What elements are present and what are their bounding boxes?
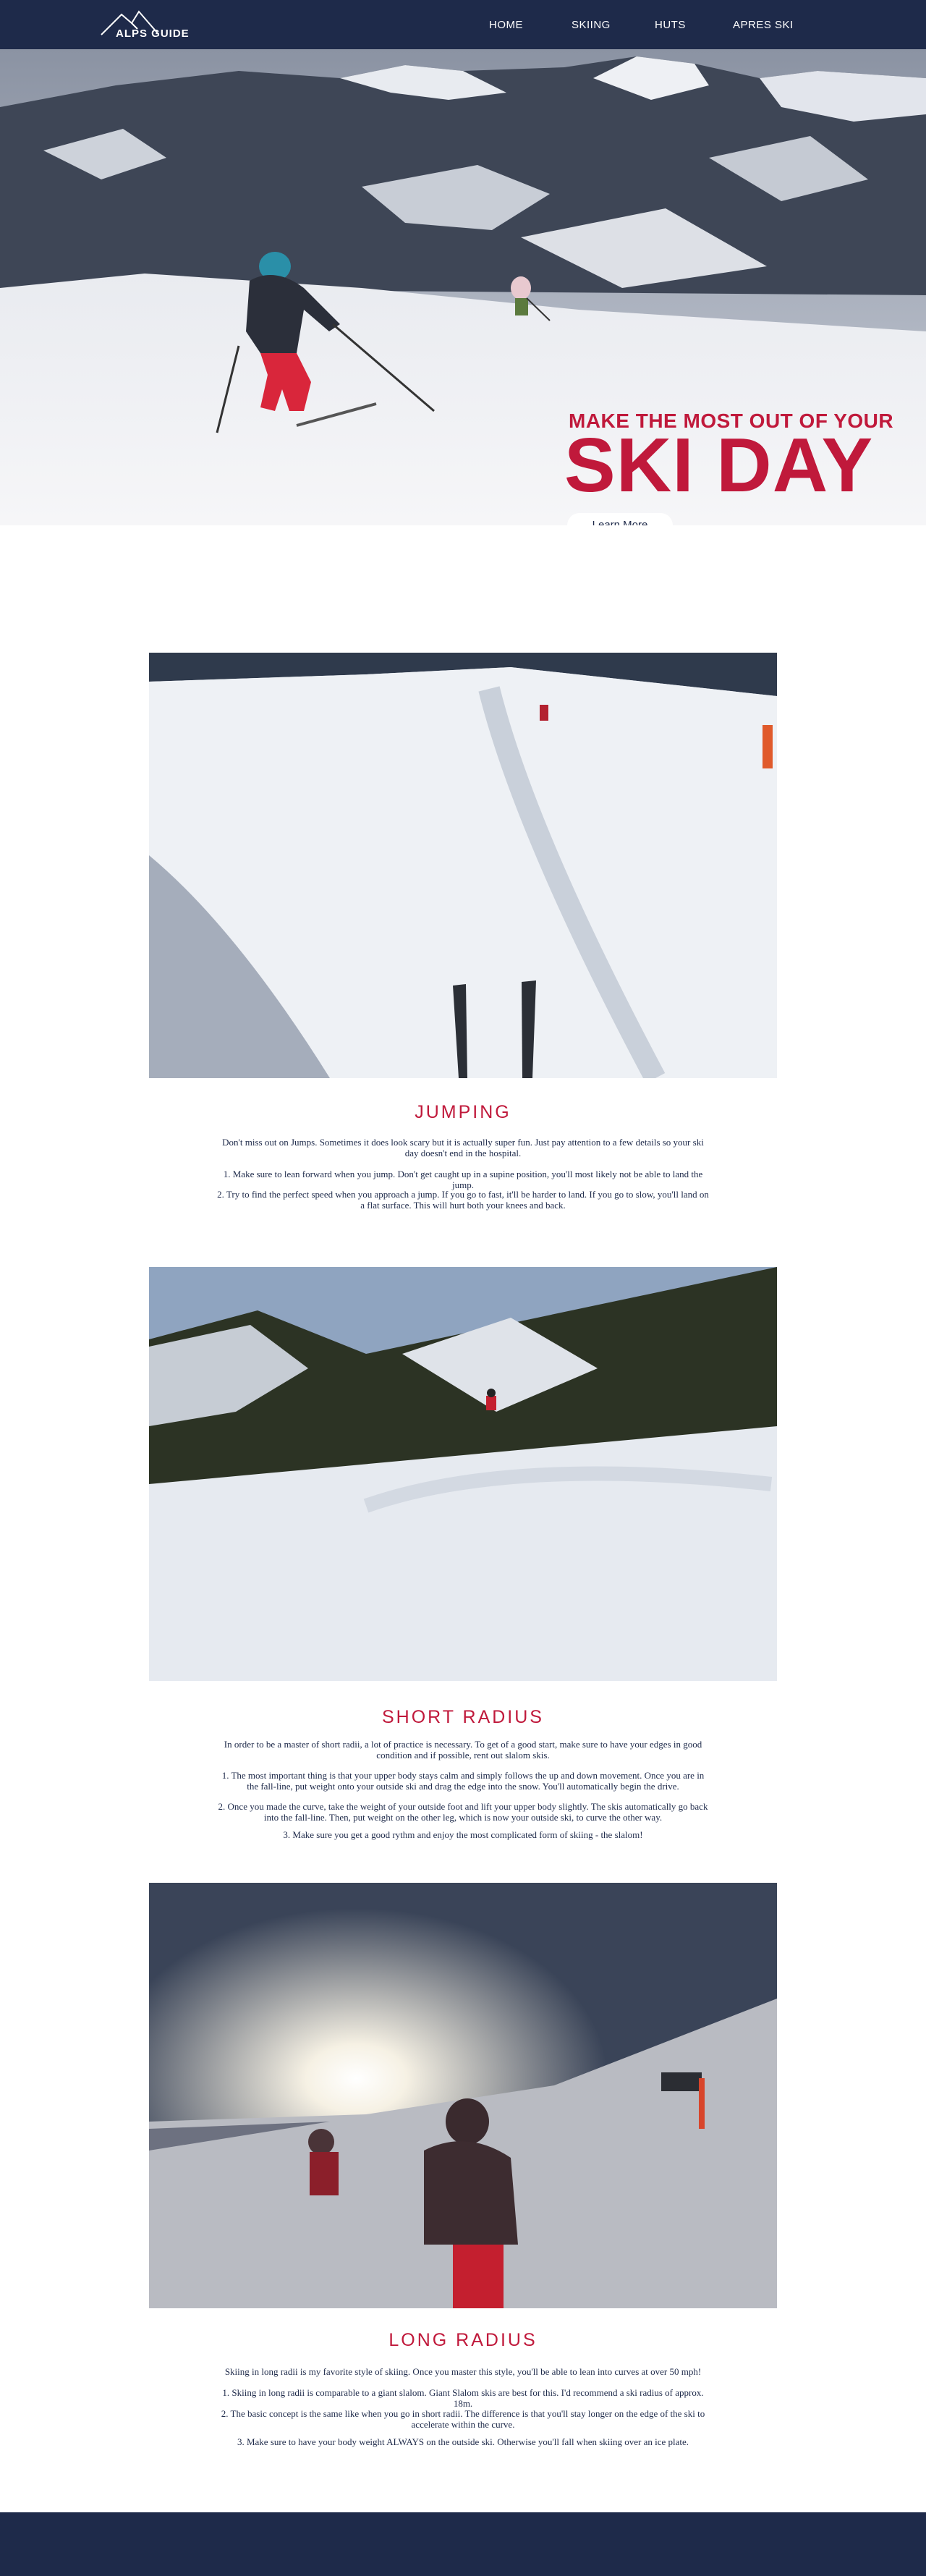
paragraph: 1. Make sure to lean forward when you ju…: [223, 1169, 703, 1190]
hero-title: SKI DAY: [564, 423, 874, 508]
paragraph: 1. The most important thing is that your…: [221, 1770, 705, 1792]
paragraph: In order to be a master of short radii, …: [224, 1739, 702, 1761]
section-title-short-radius: SHORT RADIUS: [381, 1707, 544, 1727]
section-title-long-radius: LONG RADIUS: [388, 2330, 538, 2350]
learn-more-button[interactable]: Learn More: [567, 513, 673, 525]
section-title-jumping: JUMPING: [415, 1102, 511, 1122]
paragraph: 1. Skiing in long radii is comparable to…: [222, 2387, 704, 2409]
hero-banner: MAKE THE MOST OUT OF YOUR SKI DAY Learn …: [0, 49, 926, 525]
footer: [0, 2512, 926, 2576]
nav-home[interactable]: HOME: [489, 19, 523, 31]
paragraph: 3. Make sure you get a good rythm and en…: [283, 1829, 643, 1840]
paragraph: 2. Try to find the perfect speed when yo…: [217, 1189, 709, 1211]
long-radius-photo: [149, 1883, 777, 2308]
paragraph: 2. Once you made the curve, take the wei…: [218, 1801, 708, 1823]
nav-huts[interactable]: HUTS: [655, 19, 686, 31]
logo-text[interactable]: ALPS GUIDE: [116, 27, 190, 40]
jumping-photo: [149, 653, 777, 1078]
paragraph: Skiing in long radii is my favorite styl…: [224, 2366, 702, 2377]
nav-skiing[interactable]: SKIING: [572, 19, 611, 31]
paragraph: 3. Make sure to have your body weight AL…: [237, 2436, 689, 2447]
paragraph: 2. The basic concept is the same like wh…: [221, 2408, 705, 2430]
paragraph: Don't miss out on Jumps. Sometimes it do…: [222, 1137, 704, 1158]
short-radius-photo: [149, 1267, 777, 1681]
top-nav: ALPS GUIDE HOME SKIING HUTS APRES SKI: [0, 0, 926, 49]
nav-apres-ski[interactable]: APRES SKI: [733, 19, 794, 31]
